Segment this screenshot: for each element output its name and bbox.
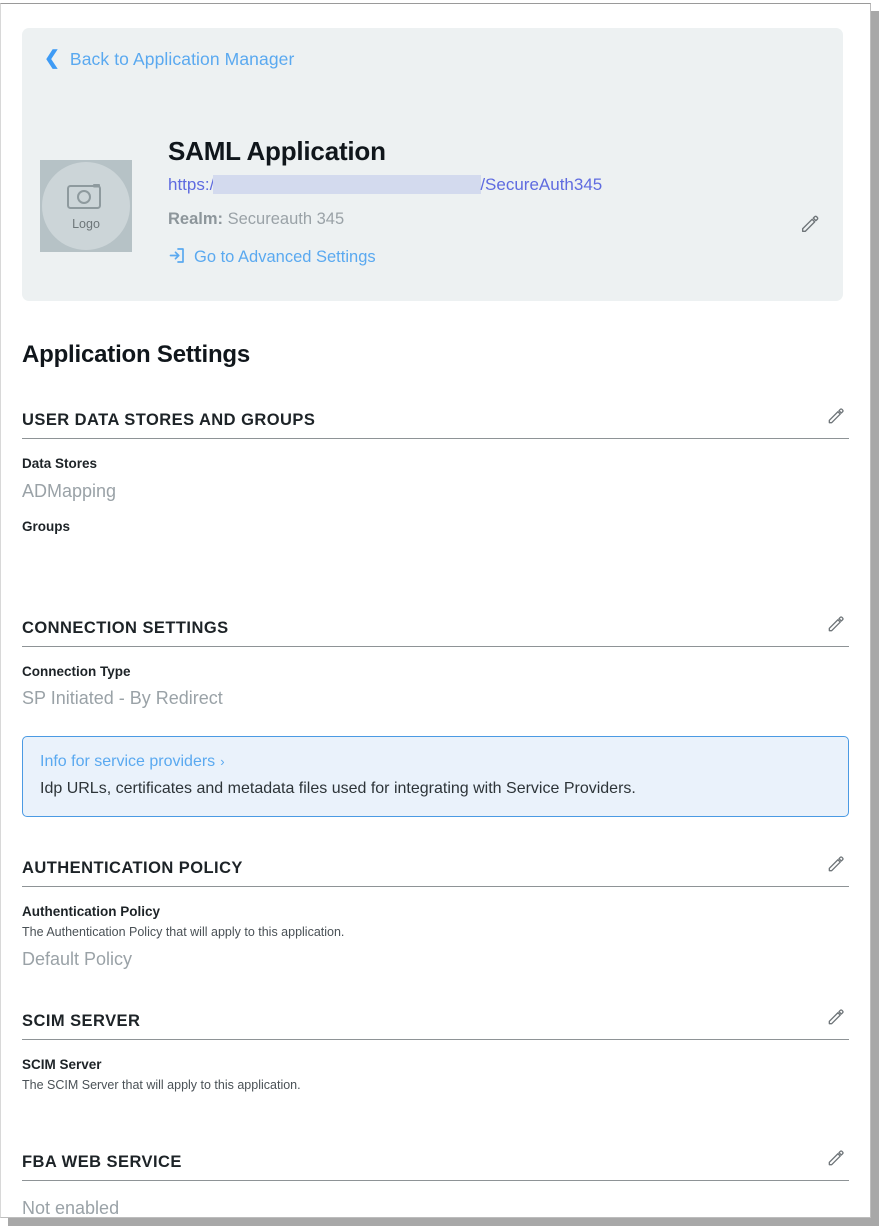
field-value: SP Initiated - By Redirect — [22, 687, 849, 710]
url-prefix: https:/ — [168, 175, 214, 194]
pencil-icon — [826, 614, 846, 634]
section-title: CONNECTION SETTINGS — [22, 619, 229, 638]
application-summary-row: Logo SAML Application https:/ /SecureAuth… — [40, 138, 830, 269]
section-header: SCIM SERVER — [22, 1004, 849, 1040]
field-scim-server: SCIM Server The SCIM Server that will ap… — [22, 1056, 849, 1093]
field-value: Default Policy — [22, 948, 849, 971]
section-title: FBA WEB SERVICE — [22, 1153, 182, 1172]
info-link-label: Info for service providers — [40, 753, 215, 771]
edit-user-data-stores-button[interactable] — [823, 403, 849, 429]
field-label: Connection Type — [22, 663, 849, 681]
field-authentication-policy: Authentication Policy The Authentication… — [22, 903, 849, 970]
edit-application-header-button[interactable] — [795, 209, 825, 239]
field-connection-type: Connection Type SP Initiated - By Redire… — [22, 663, 849, 710]
edit-authentication-policy-button[interactable] — [823, 851, 849, 877]
section-title: USER DATA STORES AND GROUPS — [22, 411, 315, 430]
window-frame: ❮ Back to Application Manager Logo — [0, 3, 871, 1218]
section-header: USER DATA STORES AND GROUPS — [22, 403, 849, 439]
application-url: https:/ /SecureAuth345 — [168, 174, 830, 195]
application-info: SAML Application https:/ /SecureAuth345 R… — [168, 138, 830, 269]
section-authentication-policy: AUTHENTICATION POLICY Authentication Pol… — [22, 851, 849, 970]
edit-connection-settings-button[interactable] — [823, 611, 849, 637]
section-fba-web-service: FBA WEB SERVICE Not enabled — [22, 1145, 849, 1217]
application-header-panel: ❮ Back to Application Manager Logo — [22, 28, 843, 301]
info-box-description: Idp URLs, certificates and metadata file… — [40, 778, 831, 800]
section-scim-server: SCIM SERVER SCIM Server The SCIM Server … — [22, 1004, 849, 1110]
app-screenshot: ❮ Back to Application Manager Logo — [0, 0, 883, 1230]
service-provider-info-box: Info for service providers › Idp URLs, c… — [22, 736, 849, 818]
realm-label: Realm: — [168, 210, 223, 228]
field-label: Authentication Policy — [22, 903, 849, 921]
info-for-service-providers-link[interactable]: Info for service providers › — [40, 753, 225, 771]
section-header: CONNECTION SETTINGS — [22, 611, 849, 647]
chevron-right-icon: › — [220, 754, 224, 769]
field-value: Not enabled — [22, 1197, 849, 1217]
back-link-label: Back to Application Manager — [70, 49, 295, 70]
camera-icon — [66, 181, 106, 216]
settings-body: Application Settings USER DATA STORES AN… — [1, 301, 870, 1217]
field-label: SCIM Server — [22, 1056, 849, 1074]
edit-scim-server-button[interactable] — [823, 1004, 849, 1030]
back-to-application-manager-link[interactable]: ❮ Back to Application Manager — [44, 49, 294, 70]
enter-arrow-icon — [168, 247, 185, 269]
pencil-icon — [826, 406, 846, 426]
realm-value: Secureauth 345 — [228, 210, 345, 228]
url-redacted-block — [213, 175, 481, 194]
section-header: AUTHENTICATION POLICY — [22, 851, 849, 887]
pencil-icon — [826, 1148, 846, 1168]
application-realm: Realm: Secureauth 345 — [168, 210, 830, 229]
field-value: ADMapping — [22, 480, 849, 503]
field-fba-status: Not enabled — [22, 1197, 849, 1217]
go-to-advanced-settings-link[interactable]: Go to Advanced Settings — [168, 247, 376, 269]
edit-fba-web-service-button[interactable] — [823, 1145, 849, 1171]
section-user-data-stores-and-groups: USER DATA STORES AND GROUPS Data Stores … — [22, 403, 849, 577]
logo-circle: Logo — [42, 162, 130, 250]
pencil-icon — [826, 1007, 846, 1027]
section-title: AUTHENTICATION POLICY — [22, 859, 243, 878]
field-label: Data Stores — [22, 455, 849, 473]
chevron-left-icon: ❮ — [44, 49, 60, 68]
section-title: SCIM SERVER — [22, 1012, 140, 1031]
advanced-settings-label: Go to Advanced Settings — [194, 248, 376, 267]
field-hint: The Authentication Policy that will appl… — [22, 924, 849, 941]
logo-caption: Logo — [72, 218, 100, 231]
field-label: Groups — [22, 518, 849, 536]
pencil-icon — [799, 213, 821, 235]
application-logo-placeholder[interactable]: Logo — [40, 160, 132, 252]
field-groups: Groups — [22, 518, 849, 536]
page-title: Application Settings — [22, 341, 849, 369]
pencil-icon — [826, 854, 846, 874]
field-data-stores: Data Stores ADMapping — [22, 455, 849, 502]
url-suffix: /SecureAuth345 — [480, 175, 602, 194]
application-settings-page: ❮ Back to Application Manager Logo — [1, 4, 870, 1217]
section-connection-settings: CONNECTION SETTINGS Connection Type SP I… — [22, 611, 849, 818]
section-header: FBA WEB SERVICE — [22, 1145, 849, 1181]
field-hint: The SCIM Server that will apply to this … — [22, 1077, 849, 1094]
application-title: SAML Application — [168, 138, 830, 165]
